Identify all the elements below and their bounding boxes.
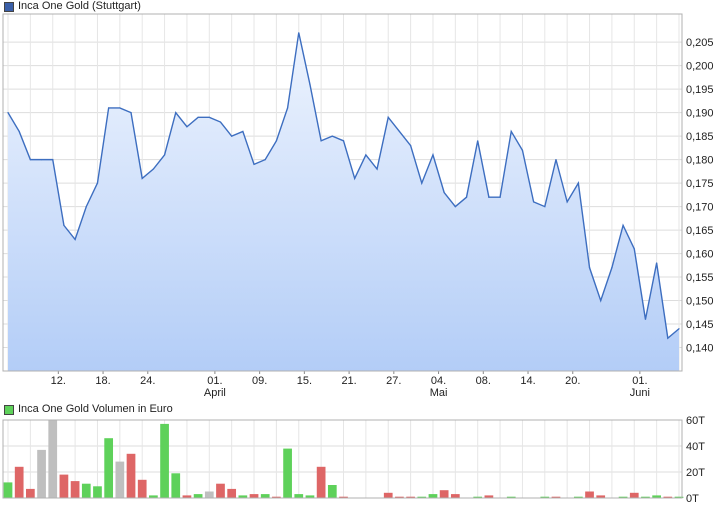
volume-bar (160, 423, 169, 498)
volume-bar (204, 491, 214, 498)
volume-bar (126, 453, 136, 498)
volume-bar (171, 473, 181, 498)
volume-y-tick-label: 60T (686, 415, 705, 427)
volume-bar (37, 449, 46, 498)
volume-bar (3, 482, 13, 498)
volume-y-tick-label: 0T (686, 493, 699, 505)
volume-bar (216, 483, 225, 498)
volume-bar (428, 494, 438, 498)
volume-bar (283, 448, 292, 498)
volume-bar (93, 486, 102, 498)
volume-bar (104, 438, 114, 498)
volume-bar (14, 466, 24, 498)
volume-bar (70, 481, 80, 498)
volume-bar (585, 491, 594, 498)
volume-bar (137, 479, 147, 498)
volume-bar (294, 494, 304, 498)
volume-bar (227, 488, 237, 498)
volume-bar (316, 466, 326, 498)
volume-bar (26, 488, 35, 498)
volume-bar (59, 474, 69, 498)
volume-bar (439, 490, 449, 498)
volume-bar (249, 494, 259, 498)
volume-chart: 0T 20T 40T 60T (2, 415, 705, 505)
volume-bar (81, 483, 91, 498)
volume-bar (327, 485, 337, 498)
volume-bar (629, 492, 639, 498)
volume-bar (450, 494, 460, 498)
volume-y-tick-label: 20T (686, 467, 705, 479)
volume-bar (260, 494, 270, 498)
volume-bar (115, 461, 125, 498)
volume-bar (193, 494, 203, 498)
volume-bar (48, 420, 58, 498)
volume-bar (383, 492, 393, 498)
volume-y-tick-label: 40T (686, 441, 705, 453)
